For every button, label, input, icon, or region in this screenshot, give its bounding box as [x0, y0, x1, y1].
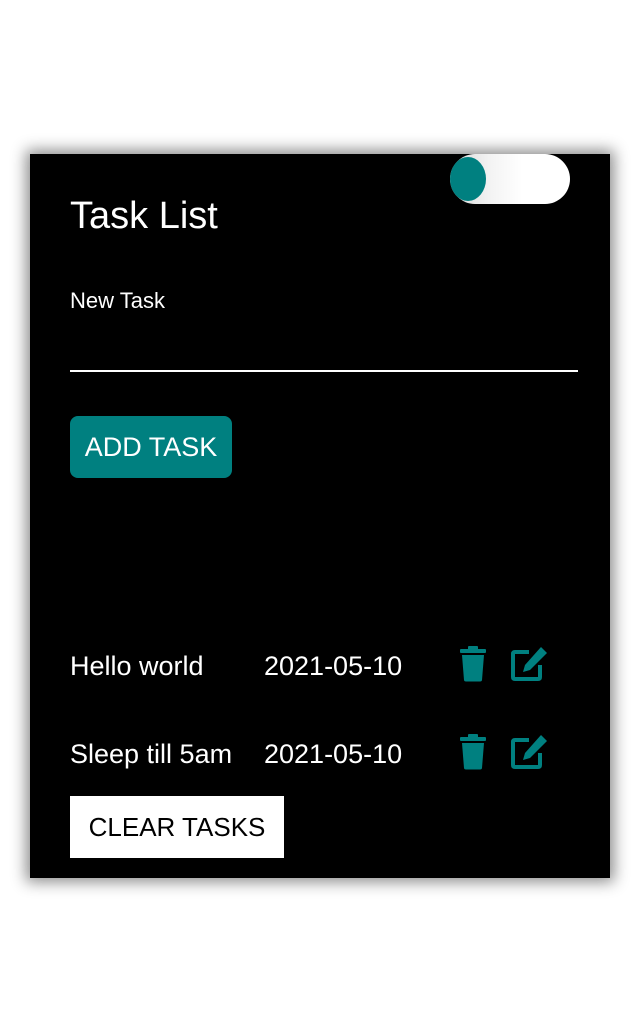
task-date: 2021-05-10: [264, 651, 403, 681]
trash-icon[interactable]: [455, 734, 491, 770]
theme-toggle[interactable]: [450, 154, 570, 204]
toggle-knob: [450, 157, 486, 201]
task-name: Sleep till 5am: [70, 739, 233, 769]
clear-tasks-button[interactable]: CLEAR TASKS: [70, 796, 284, 858]
task-row: Hello world 2021-05-10: [70, 646, 570, 686]
new-task-input[interactable]: [70, 330, 578, 372]
edit-icon[interactable]: [510, 734, 547, 770]
task-list-card: Task List New Task ADD TASK Hello world …: [30, 154, 610, 878]
task-name: Hello world: [70, 651, 204, 681]
task-date: 2021-05-10: [264, 739, 403, 769]
add-task-button[interactable]: ADD TASK: [70, 416, 232, 478]
new-task-label: New Task: [70, 288, 165, 313]
task-row: Sleep till 5am 2021-05-10: [70, 734, 570, 774]
page-title: Task List: [70, 195, 218, 237]
trash-icon[interactable]: [455, 646, 491, 682]
edit-icon[interactable]: [510, 646, 547, 682]
